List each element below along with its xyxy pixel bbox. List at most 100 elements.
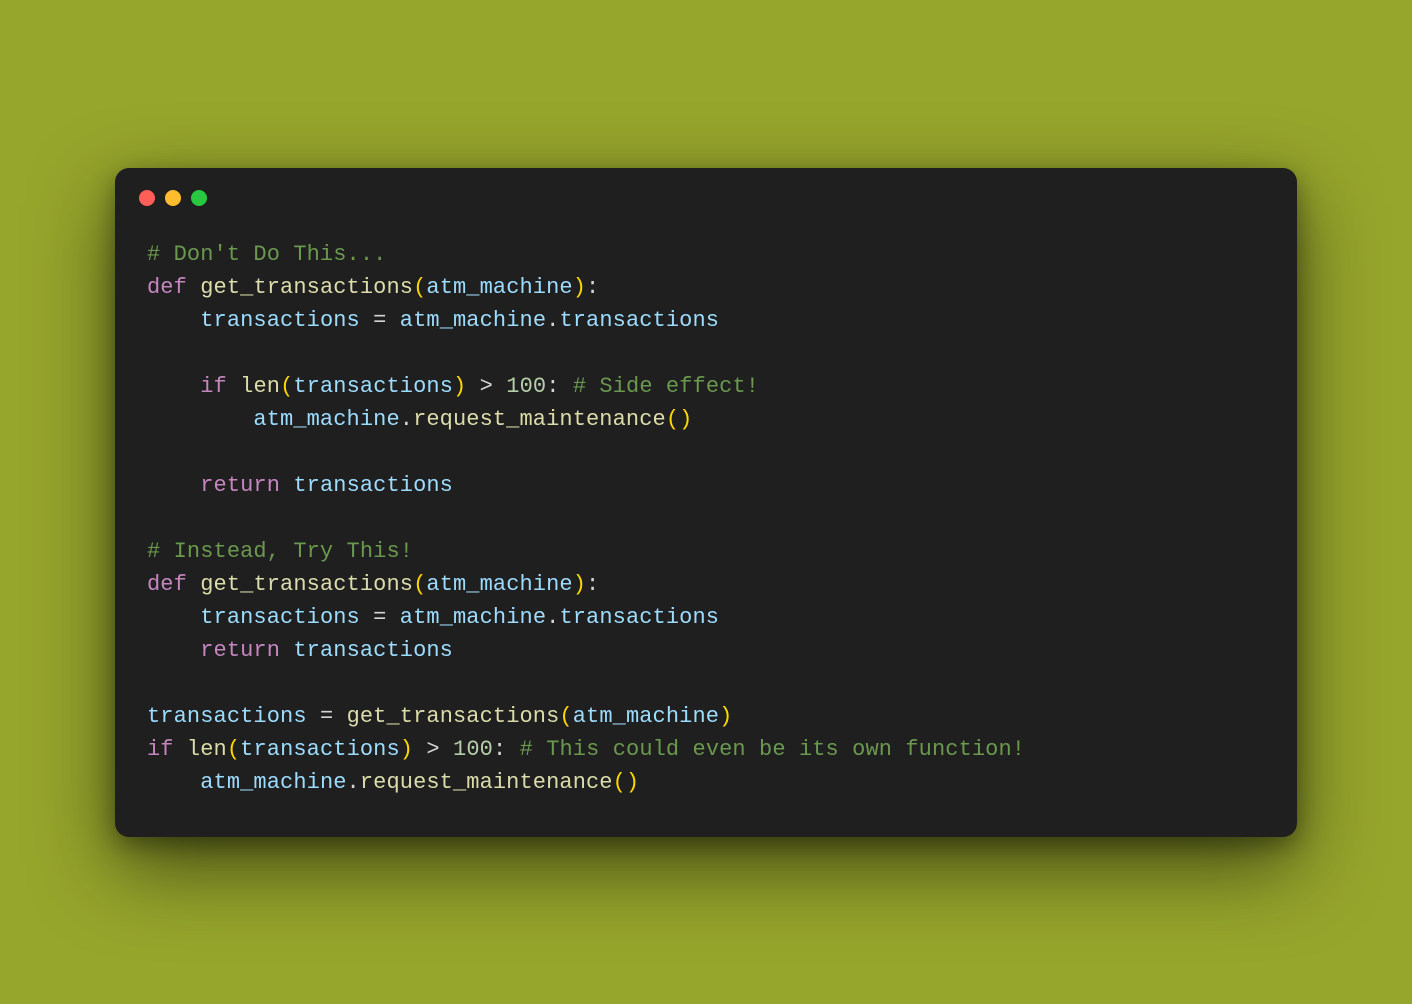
token-kw: return <box>200 638 280 663</box>
code-line: atm_machine.request_maintenance() <box>147 770 639 795</box>
token-num: 100 <box>506 374 546 399</box>
token-num: 100 <box>453 737 493 762</box>
token-pn: ) <box>400 737 413 762</box>
token-op <box>386 308 399 333</box>
token-op <box>147 473 200 498</box>
code-line: return transactions <box>147 473 453 498</box>
token-op <box>174 737 187 762</box>
token-id: transactions <box>293 638 453 663</box>
token-pn: ( <box>227 737 240 762</box>
traffic-light-minimize-icon <box>165 190 181 206</box>
token-op <box>333 704 346 729</box>
token-id: atm_machine <box>573 704 719 729</box>
token-id: atm_machine <box>200 770 346 795</box>
token-fn: request_maintenance <box>413 407 666 432</box>
token-kw: if <box>147 737 174 762</box>
token-op <box>147 605 200 630</box>
token-id: atm_machine <box>426 275 572 300</box>
token-op: : <box>586 572 599 597</box>
token-pn: ( <box>413 572 426 597</box>
token-fn: get_transactions <box>200 572 413 597</box>
token-pn: ( <box>413 275 426 300</box>
token-op: . <box>546 605 559 630</box>
code-line: def get_transactions(atm_machine): <box>147 572 599 597</box>
token-pn: ) <box>573 572 586 597</box>
token-pn: ( <box>280 374 293 399</box>
token-c: # This could even be its own function! <box>520 737 1025 762</box>
code-line: # Instead, Try This! <box>147 539 413 564</box>
token-op: > <box>426 737 439 762</box>
token-kw: def <box>147 275 187 300</box>
window-titlebar <box>115 168 1297 212</box>
token-op <box>147 374 200 399</box>
token-op <box>280 638 293 663</box>
token-c: # Side effect! <box>573 374 759 399</box>
token-op <box>147 638 200 663</box>
token-pn: ) <box>453 374 466 399</box>
traffic-light-close-icon <box>139 190 155 206</box>
token-kw: def <box>147 572 187 597</box>
token-op <box>506 737 519 762</box>
token-op: = <box>373 605 386 630</box>
token-fn: request_maintenance <box>360 770 613 795</box>
code-line <box>147 341 160 366</box>
code-line: transactions = atm_machine.transactions <box>147 605 719 630</box>
token-op <box>187 572 200 597</box>
code-line: transactions = get_transactions(atm_mach… <box>147 704 732 729</box>
code-line <box>147 506 160 531</box>
token-op: . <box>347 770 360 795</box>
code-line: if len(transactions) > 100: # Side effec… <box>147 374 759 399</box>
token-id: transactions <box>200 605 360 630</box>
token-op <box>360 308 373 333</box>
token-c: # Instead, Try This! <box>147 539 413 564</box>
token-pn: ) <box>719 704 732 729</box>
token-op: > <box>480 374 493 399</box>
token-op: = <box>320 704 333 729</box>
token-id: transactions <box>293 473 453 498</box>
token-id: atm_machine <box>400 605 546 630</box>
token-op: : <box>493 737 506 762</box>
token-id: transactions <box>559 605 719 630</box>
token-op <box>280 473 293 498</box>
token-op: . <box>546 308 559 333</box>
token-op <box>227 374 240 399</box>
token-kw: if <box>200 374 227 399</box>
token-id: atm_machine <box>400 308 546 333</box>
token-fn: len <box>240 374 280 399</box>
token-id: transactions <box>200 308 360 333</box>
token-pn: ( <box>559 704 572 729</box>
token-op <box>386 605 399 630</box>
token-op <box>440 737 453 762</box>
token-op: : <box>586 275 599 300</box>
token-pn: () <box>666 407 693 432</box>
token-fn: get_transactions <box>200 275 413 300</box>
token-op <box>307 704 320 729</box>
token-id: transactions <box>240 737 400 762</box>
token-fn: get_transactions <box>347 704 560 729</box>
token-op <box>413 737 426 762</box>
token-op <box>147 308 200 333</box>
token-op <box>360 605 373 630</box>
traffic-light-zoom-icon <box>191 190 207 206</box>
token-id: transactions <box>293 374 453 399</box>
token-op: : <box>546 374 559 399</box>
code-block: # Don't Do This... def get_transactions(… <box>115 212 1297 837</box>
token-id: atm_machine <box>426 572 572 597</box>
code-line: def get_transactions(atm_machine): <box>147 275 599 300</box>
code-line: transactions = atm_machine.transactions <box>147 308 719 333</box>
code-line <box>147 671 160 696</box>
token-c: # Don't Do This... <box>147 242 386 267</box>
token-op <box>187 275 200 300</box>
token-pn: () <box>613 770 640 795</box>
token-op <box>147 770 200 795</box>
token-fn: len <box>187 737 227 762</box>
token-id: transactions <box>559 308 719 333</box>
token-kw: return <box>200 473 280 498</box>
token-id: atm_machine <box>253 407 399 432</box>
token-op <box>466 374 479 399</box>
code-line: return transactions <box>147 638 453 663</box>
code-card: # Don't Do This... def get_transactions(… <box>115 168 1297 837</box>
code-line: # Don't Do This... <box>147 242 386 267</box>
token-op: . <box>400 407 413 432</box>
code-line <box>147 440 160 465</box>
